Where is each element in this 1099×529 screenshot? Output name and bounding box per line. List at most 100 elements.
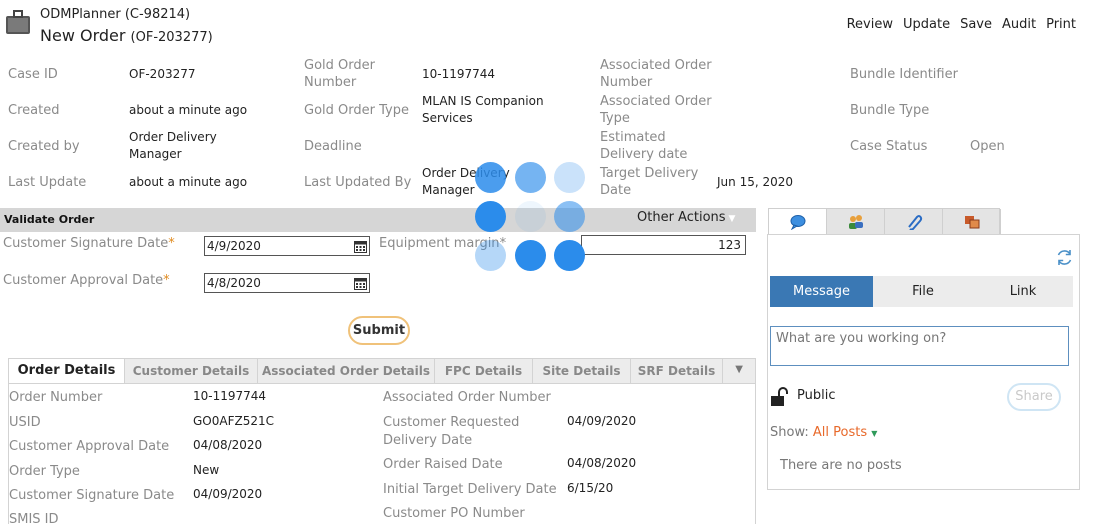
tab-pulse[interactable]: [769, 209, 827, 234]
created-value: about a minute ago: [129, 103, 248, 117]
order-title: New Order: [40, 26, 126, 45]
gold-order-type-value: MLAN IS Companion Services: [422, 94, 544, 125]
audit-button[interactable]: Audit: [1002, 17, 1036, 32]
customer-approval-date-detail-value: 04/08/2020: [193, 438, 263, 452]
unlock-icon[interactable]: [770, 386, 790, 408]
customer-approval-date-text: Customer Approval Date: [3, 273, 164, 288]
required-marker: *: [163, 273, 170, 288]
associated-order-number-detail-label: Associated Order Number: [383, 390, 551, 405]
tab-fpc-details[interactable]: FPC Details: [435, 359, 533, 383]
message-tab[interactable]: Message: [770, 276, 873, 307]
print-button[interactable]: Print: [1046, 17, 1076, 32]
validate-order-title: Validate Order: [4, 213, 95, 226]
order-number-value: 10-1197744: [193, 389, 267, 403]
target-delivery-date-value: Jun 15, 2020: [717, 175, 794, 189]
paperclip-icon: [907, 214, 922, 230]
case-status-value: Open: [970, 139, 1005, 154]
caret-down-icon[interactable]: ▼: [871, 429, 877, 438]
update-button[interactable]: Update: [903, 17, 950, 32]
more-tabs-icon[interactable]: ▼: [735, 364, 743, 375]
case-id-label: Case ID: [8, 67, 58, 82]
usid-value: GO0AFZ521C: [193, 414, 274, 428]
spinner-dot: [554, 162, 585, 193]
submit-button[interactable]: Submit: [348, 316, 410, 345]
order-type-value: New: [193, 463, 220, 477]
save-button[interactable]: Save: [960, 17, 992, 32]
tab-attachments[interactable]: [885, 209, 943, 234]
page-title: New Order (OF-203277): [40, 26, 213, 45]
pulse-tabs: [768, 208, 1001, 235]
created-by-label: Created by: [8, 139, 80, 154]
tab-associated-order-details[interactable]: Associated Order Details: [258, 359, 435, 383]
order-tabs: Order Details Customer Details Associate…: [8, 358, 756, 384]
customer-approval-date-detail-label: Customer Approval Date: [9, 439, 170, 454]
post-input[interactable]: What are you working on?: [770, 326, 1069, 366]
customer-approval-date-value: 4/8/2020: [207, 276, 261, 290]
customer-requested-delivery-date-value: 04/09/2020: [567, 414, 637, 428]
visibility-label: Public: [797, 388, 836, 403]
other-actions-menu[interactable]: Other Actions ▼: [637, 210, 735, 225]
calendar-icon[interactable]: [354, 240, 367, 253]
estimated-delivery-date-label: Estimated Delivery date: [600, 130, 688, 162]
file-tab[interactable]: File: [873, 276, 973, 307]
tab-followers[interactable]: [827, 209, 885, 234]
app-name: ODMPlanner (C-98214): [40, 7, 191, 22]
required-marker: *: [168, 236, 175, 251]
show-filter[interactable]: Show: All Posts ▼: [770, 425, 877, 440]
equipment-margin-input[interactable]: 123: [581, 235, 746, 255]
last-update-value: about a minute ago: [129, 175, 248, 189]
show-label: Show:: [770, 425, 809, 440]
spinner-dot: [515, 240, 546, 271]
last-updated-by-label: Last Updated By: [304, 175, 412, 190]
customer-signature-date-value: 4/9/2020: [207, 239, 261, 253]
show-filter-value[interactable]: All Posts: [813, 425, 867, 440]
usid-label: USID: [9, 415, 41, 430]
tab-order-details[interactable]: Order Details: [9, 359, 125, 383]
initial-target-delivery-date-value: 6/15/20: [567, 481, 614, 495]
order-id: (OF-203277): [130, 30, 213, 45]
associated-order-number-label: Associated Order Number: [600, 58, 712, 90]
customer-signature-date-text: Customer Signature Date: [3, 236, 169, 251]
smis-id-label: SMIS ID: [9, 512, 59, 527]
tab-site-details[interactable]: Site Details: [533, 359, 631, 383]
order-type-label: Order Type: [9, 464, 80, 479]
order-raised-date-value: 04/08/2020: [567, 456, 637, 470]
initial-target-delivery-date-label: Initial Target Delivery Date: [383, 482, 557, 497]
created-label: Created: [8, 103, 60, 118]
customer-signature-date-label: Customer Signature Date*: [3, 236, 175, 251]
documents-icon: [964, 215, 979, 228]
spinner-dot: [554, 201, 585, 232]
link-tab[interactable]: Link: [973, 276, 1073, 307]
tab-customer-details[interactable]: Customer Details: [125, 359, 258, 383]
bundle-identifier-label: Bundle Identifier: [850, 67, 958, 82]
calendar-icon[interactable]: [354, 277, 367, 290]
associated-order-type-label: Associated Order Type: [600, 94, 712, 126]
last-update-label: Last Update: [8, 175, 87, 190]
spinner-dot: [475, 162, 506, 193]
order-raised-date-label: Order Raised Date: [383, 457, 503, 472]
spinner-dot: [475, 201, 506, 232]
spinner-dot: [515, 162, 546, 193]
spinner-dot: [515, 201, 546, 232]
speech-bubble-icon: [790, 214, 805, 230]
gold-order-type-label: Gold Order Type: [304, 103, 409, 118]
people-icon: [848, 214, 863, 229]
customer-signature-date-input[interactable]: 4/9/2020: [204, 236, 370, 256]
customer-po-number-label: Customer PO Number: [383, 506, 525, 521]
customer-approval-date-input[interactable]: 4/8/2020: [204, 273, 370, 293]
customer-requested-delivery-date-label: Customer Requested Delivery Date: [383, 415, 520, 448]
gold-order-number-value: 10-1197744: [422, 67, 496, 81]
order-number-label: Order Number: [9, 390, 103, 405]
customer-signature-date-detail-value: 04/09/2020: [193, 487, 263, 501]
tab-srf-details[interactable]: SRF Details: [631, 359, 723, 383]
review-button[interactable]: Review: [847, 17, 893, 32]
refresh-icon[interactable]: [1055, 248, 1074, 267]
spinner-dot: [554, 240, 585, 271]
target-delivery-date-label: Target Delivery Date: [600, 166, 699, 198]
header-actions: Review Update Save Audit Print: [847, 17, 1076, 32]
tab-related-cases[interactable]: [943, 209, 1001, 234]
other-actions-label: Other Actions: [637, 210, 726, 225]
share-button[interactable]: Share: [1007, 383, 1061, 411]
created-by-value: Order Delivery Manager: [129, 130, 217, 161]
spinner-dot: [475, 240, 506, 271]
